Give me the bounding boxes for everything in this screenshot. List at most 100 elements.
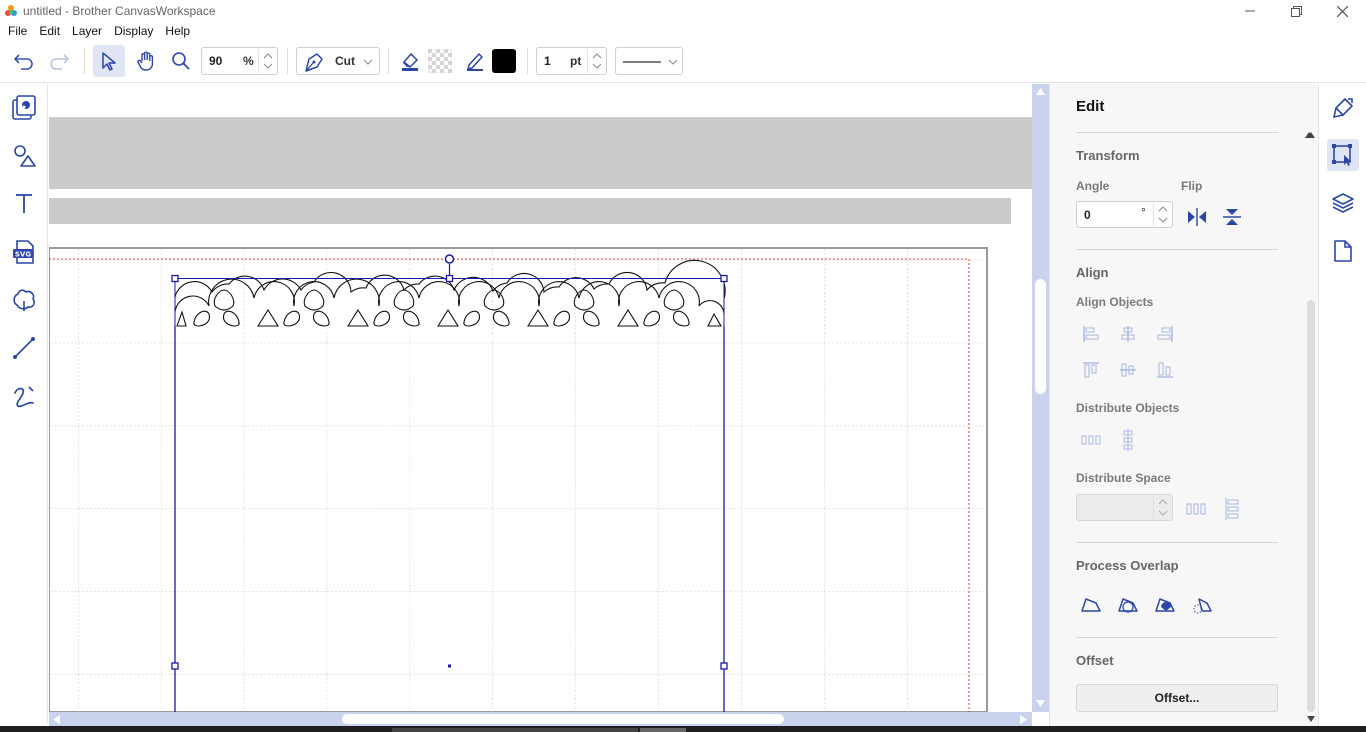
toolbar: 90 % Cut 1 pt: [0, 40, 1366, 83]
menu-layer[interactable]: Layer: [66, 22, 108, 40]
resize-handle-top[interactable]: [445, 274, 454, 283]
mode-dropdown[interactable]: Cut: [296, 47, 380, 75]
vertical-scroll-thumb[interactable]: [1035, 279, 1046, 394]
menu-display[interactable]: Display: [108, 22, 159, 40]
angle-stepper[interactable]: [1153, 203, 1171, 226]
app-window: untitled - Brother CanvasWorkspace File …: [0, 0, 1366, 732]
canvas-horizontal-scrollbar[interactable]: [49, 712, 1032, 726]
zoom-field[interactable]: 90 %: [201, 47, 278, 75]
resize-handle-top-left[interactable]: [171, 274, 179, 283]
svg-import-tool[interactable]: SVG: [8, 236, 40, 268]
align-right-icon: [1157, 326, 1173, 342]
angle-input[interactable]: 0 °: [1076, 201, 1173, 228]
flip-vertical-button[interactable]: [1220, 205, 1246, 229]
fill-swatch-transparent[interactable]: [427, 48, 453, 74]
distribute-horizontal-button[interactable]: [1078, 428, 1104, 452]
close-button[interactable]: [1319, 0, 1365, 22]
menu-help[interactable]: Help: [159, 22, 196, 40]
magnifier-icon: [172, 52, 190, 70]
panel-scrollbar[interactable]: [1305, 130, 1317, 724]
scroll-down-arrow-icon[interactable]: [1036, 700, 1045, 707]
canvas-vertical-scrollbar[interactable]: [1032, 84, 1049, 712]
drawing-canvas[interactable]: [49, 84, 1032, 712]
distribute-vertical-button[interactable]: [1115, 428, 1141, 452]
text-tool[interactable]: [8, 188, 40, 220]
edit-tab[interactable]: [1327, 139, 1359, 171]
exclude-icon: [1155, 598, 1175, 612]
mode-label: Cut: [335, 54, 355, 68]
center-point: [448, 664, 451, 668]
align-middle-button[interactable]: [1115, 358, 1141, 382]
fill-color-button[interactable]: [396, 47, 424, 75]
space-vertical-button[interactable]: [1220, 497, 1246, 521]
line-width-stepper[interactable]: [587, 49, 605, 73]
distribute-objects-label: Distribute Objects: [1076, 401, 1180, 415]
menu-file[interactable]: File: [0, 22, 33, 40]
freehand-tool[interactable]: [8, 380, 40, 412]
menu-bar: File Edit Layer Display Help: [0, 22, 196, 40]
distribute-vertical-icon: [1123, 429, 1133, 451]
stroke-color-swatch: [492, 49, 516, 73]
zoom-tool-button[interactable]: [166, 45, 196, 77]
panel-scroll-thumb[interactable]: [1307, 300, 1315, 712]
line-style-dropdown[interactable]: [615, 47, 683, 75]
align-heading: Align: [1076, 265, 1109, 280]
minimize-button[interactable]: [1227, 0, 1273, 22]
intersect-button[interactable]: [1115, 593, 1141, 617]
flip-vertical-icon: [1223, 209, 1241, 225]
edit-transform-icon: [1332, 144, 1352, 166]
hand-tool-button[interactable]: [130, 45, 162, 77]
panel-scroll-down-icon[interactable]: [1307, 716, 1315, 722]
flip-horizontal-button[interactable]: [1184, 205, 1210, 229]
restore-icon: [1290, 5, 1302, 17]
align-right-button[interactable]: [1152, 322, 1178, 346]
menu-edit[interactable]: Edit: [33, 22, 66, 40]
artwork-tool[interactable]: [8, 92, 40, 124]
scroll-left-arrow-icon[interactable]: [53, 715, 60, 724]
line-width-field[interactable]: 1 pt: [536, 47, 607, 75]
distribute-space-input[interactable]: [1076, 494, 1173, 521]
offset-button[interactable]: Offset...: [1076, 684, 1278, 712]
page-icon: [1334, 240, 1352, 262]
scroll-up-arrow-icon[interactable]: [1036, 88, 1045, 95]
resize-handle-right[interactable]: [720, 662, 728, 670]
weld-button[interactable]: [1078, 593, 1104, 617]
os-taskbar: [0, 726, 1366, 732]
divide-button[interactable]: [1189, 593, 1215, 617]
resize-handle-top-right[interactable]: [720, 274, 728, 283]
resize-handle-left[interactable]: [171, 662, 179, 670]
stroke-color-button[interactable]: [461, 47, 489, 75]
page-tab[interactable]: [1327, 235, 1359, 267]
flip-horizontal-icon: [1188, 208, 1206, 226]
align-top-button[interactable]: [1078, 358, 1104, 382]
weld-icon: [1081, 598, 1101, 612]
layers-tab[interactable]: [1327, 187, 1359, 219]
trace-tool[interactable]: [8, 284, 40, 316]
exclude-button[interactable]: [1152, 593, 1178, 617]
zoom-stepper[interactable]: [258, 49, 276, 73]
undo-button[interactable]: [10, 48, 38, 74]
align-center-button[interactable]: [1115, 322, 1141, 346]
align-left-button[interactable]: [1078, 322, 1104, 346]
horizontal-scroll-thumb[interactable]: [342, 714, 784, 724]
redo-button[interactable]: [45, 48, 73, 74]
align-bottom-button[interactable]: [1152, 358, 1178, 382]
scroll-right-arrow-icon[interactable]: [1020, 715, 1027, 724]
select-tool-button[interactable]: [93, 45, 125, 77]
space-horizontal-button[interactable]: [1183, 497, 1209, 521]
restore-button[interactable]: [1273, 0, 1319, 22]
paint-tab[interactable]: [1327, 92, 1359, 124]
flip-label: Flip: [1181, 179, 1203, 193]
distribute-horizontal-icon: [1081, 435, 1101, 445]
rotate-handle[interactable]: [444, 254, 455, 264]
panel-collapse-icon[interactable]: [1305, 132, 1313, 138]
stroke-swatch[interactable]: [491, 48, 517, 74]
title-bar: untitled - Brother CanvasWorkspace: [0, 0, 1366, 22]
freehand-icon: [14, 386, 34, 408]
shapes-tool[interactable]: [8, 140, 40, 172]
distribute-space-label: Distribute Space: [1076, 471, 1171, 485]
distribute-space-stepper[interactable]: [1153, 496, 1171, 519]
process-overlap-heading: Process Overlap: [1076, 558, 1179, 573]
line-tool[interactable]: [8, 332, 40, 364]
shapes-icon: [14, 145, 36, 167]
